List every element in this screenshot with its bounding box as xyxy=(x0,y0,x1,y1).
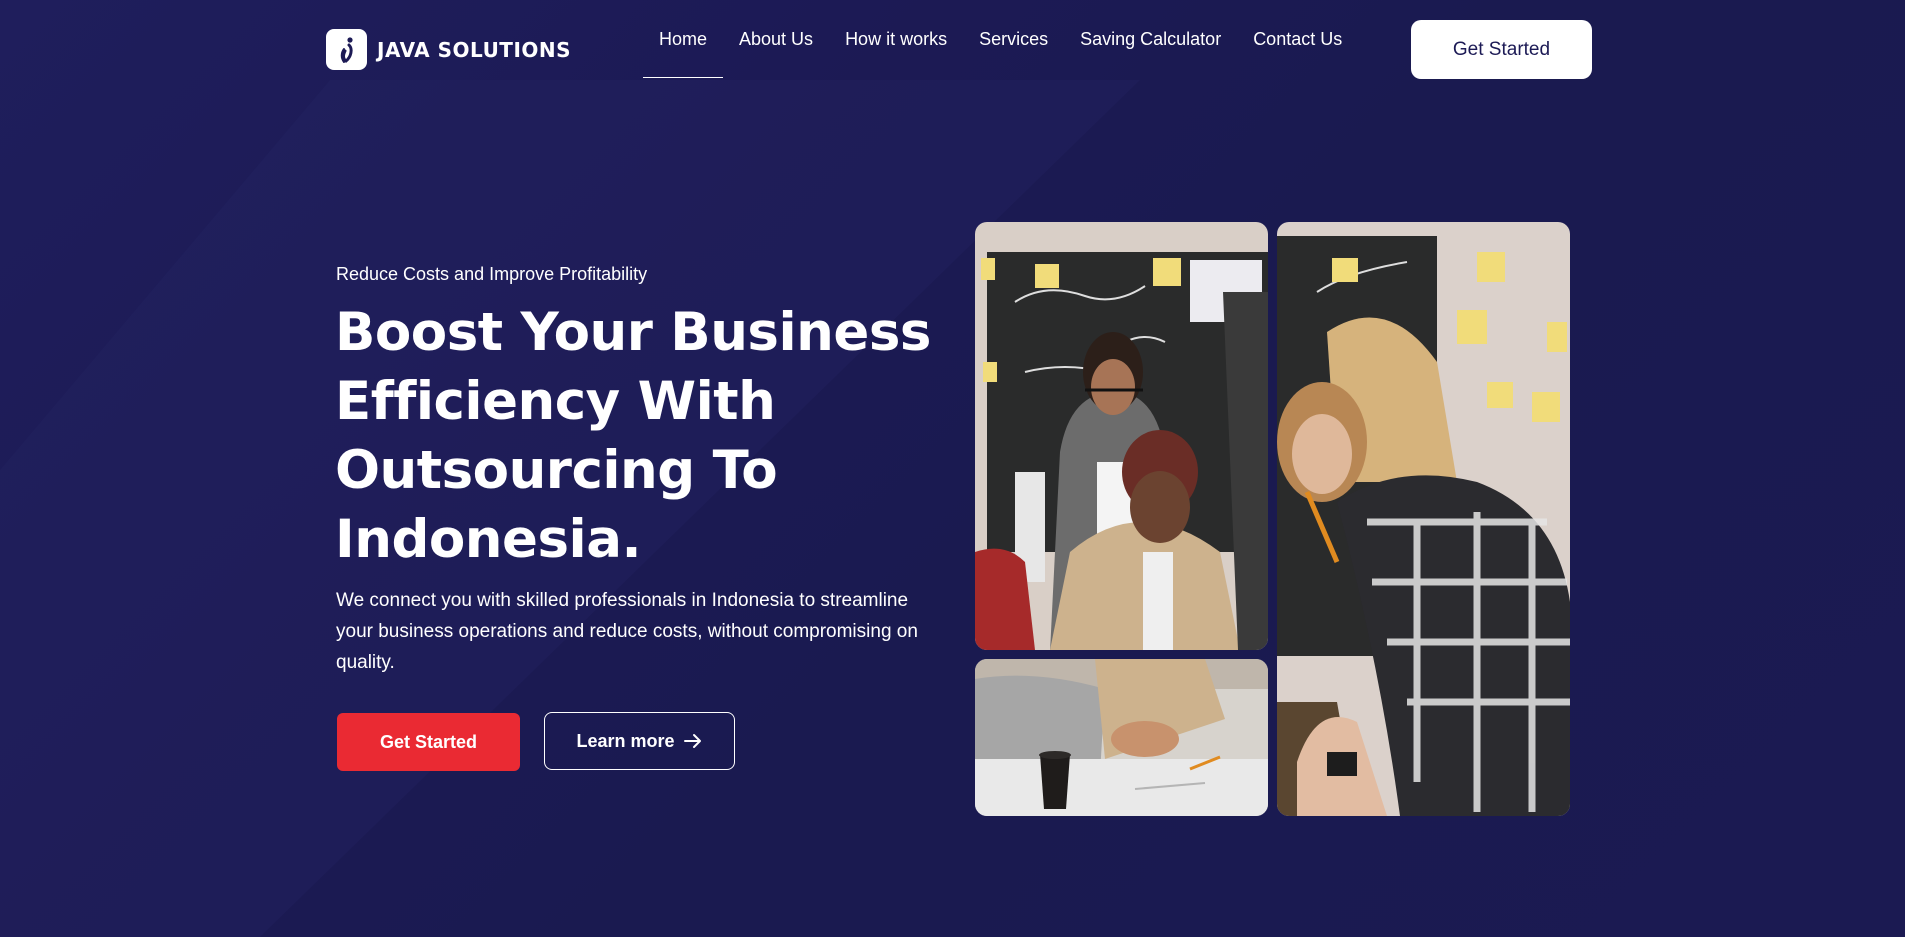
team-photo-tile-right xyxy=(1277,222,1570,816)
nav-contact-us[interactable]: Contact Us xyxy=(1237,0,1358,78)
headline-line: Efficiency With xyxy=(335,371,776,432)
brand-name: JAVA SOLUTIONS xyxy=(377,37,572,62)
hero-section: JAVA SOLUTIONS Home About Us How it work… xyxy=(0,0,1905,937)
nav-services[interactable]: Services xyxy=(963,0,1064,78)
headline-line: Outsourcing To xyxy=(335,440,778,501)
java-logo-icon xyxy=(326,29,367,70)
site-header: JAVA SOLUTIONS Home About Us How it work… xyxy=(0,0,1905,100)
headline-line: Boost Your Business xyxy=(335,302,931,363)
header-get-started-button[interactable]: Get Started xyxy=(1411,20,1592,79)
nav-how-it-works[interactable]: How it works xyxy=(829,0,963,78)
hero-eyebrow: Reduce Costs and Improve Profitability xyxy=(336,264,648,284)
main-nav: Home About Us How it works Services Savi… xyxy=(643,0,1358,78)
brand-logo[interactable]: JAVA SOLUTIONS xyxy=(326,29,571,70)
hero-headline: Boost Your Business Efficiency With Outs… xyxy=(335,298,955,574)
hero-get-started-button[interactable]: Get Started xyxy=(337,713,520,771)
team-photo-tile-top-left xyxy=(975,222,1268,650)
hero-description: We connect you with skilled professional… xyxy=(336,590,918,673)
headline-line: Indonesia. xyxy=(335,509,642,570)
nav-home[interactable]: Home xyxy=(643,0,724,78)
learn-more-button[interactable]: Learn more xyxy=(544,712,735,770)
nav-about-us[interactable]: About Us xyxy=(723,0,829,78)
arrow-right-icon xyxy=(683,734,701,748)
team-photo-tile-bottom-left xyxy=(975,659,1268,816)
nav-saving-calculator[interactable]: Saving Calculator xyxy=(1064,0,1237,78)
learn-more-label: Learn more xyxy=(576,730,675,751)
